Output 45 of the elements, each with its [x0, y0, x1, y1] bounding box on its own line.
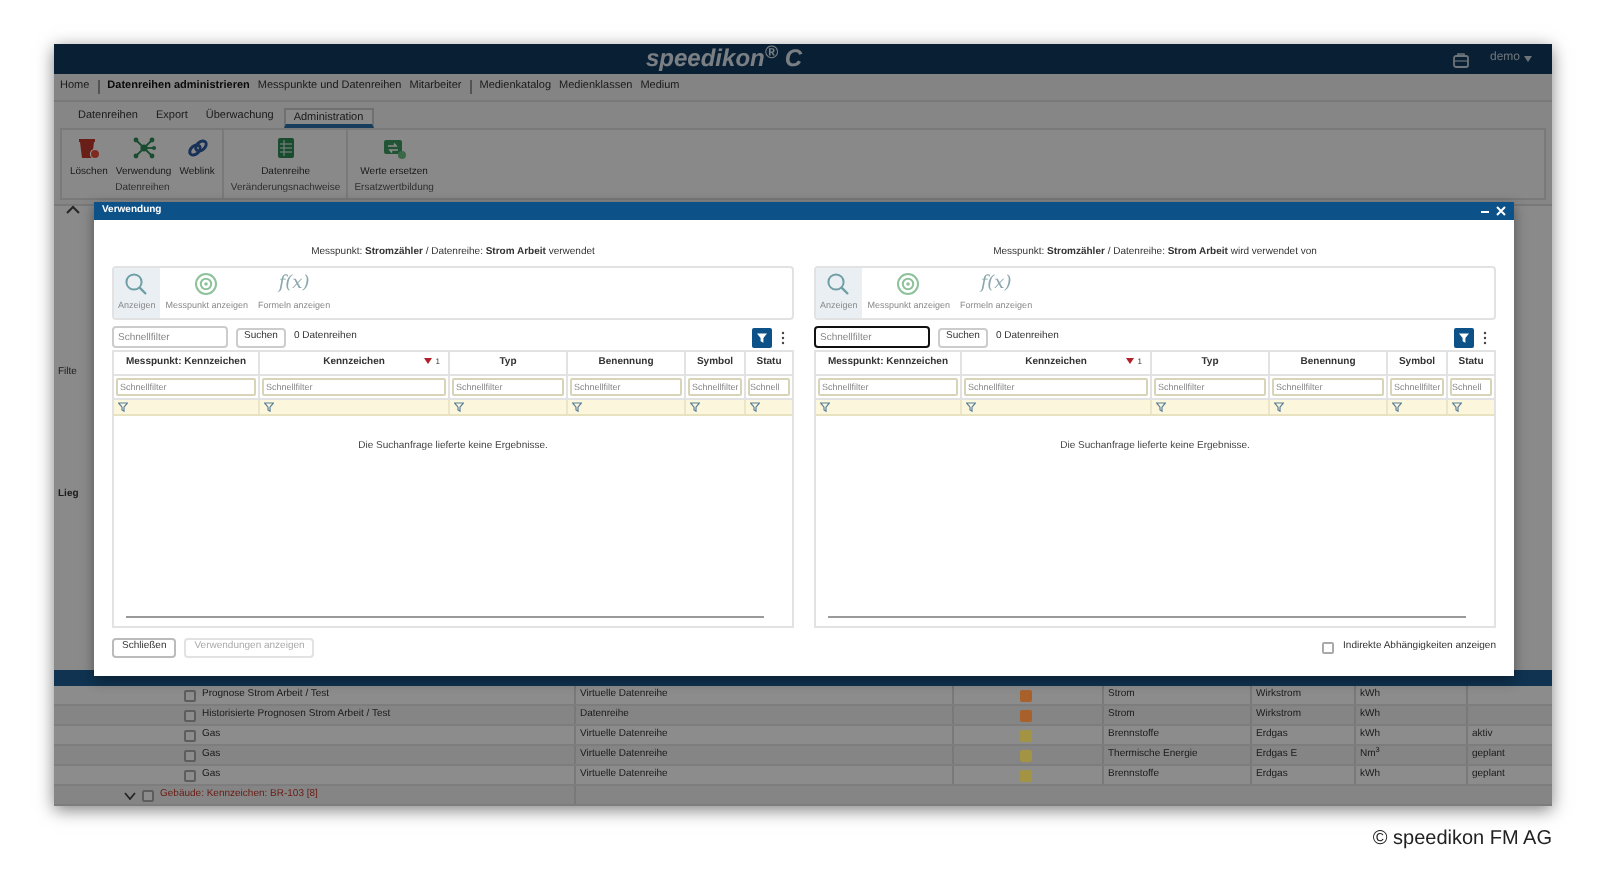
- checkbox[interactable]: [184, 769, 196, 781]
- copyright-text: © speedikon FM AG: [1372, 826, 1552, 854]
- link-icon: [185, 136, 210, 160]
- filter-icon: [690, 402, 700, 412]
- kebab-menu-icon: [780, 329, 786, 345]
- minimize-icon: [1480, 206, 1490, 216]
- chevron-up-icon: [66, 204, 80, 214]
- filter-icon: [1452, 402, 1462, 412]
- replace-values-icon: [382, 136, 407, 160]
- network-icon: [131, 136, 156, 160]
- formula-icon: f(x): [980, 272, 1012, 297]
- target-icon: [896, 272, 921, 297]
- scrollbar[interactable]: [828, 616, 1466, 618]
- filter-icon: [118, 402, 128, 412]
- filter-icon: [1458, 331, 1470, 343]
- checkbox[interactable]: [1321, 642, 1334, 654]
- close-icon: [1496, 206, 1506, 216]
- filter-icon: [750, 402, 760, 412]
- checkbox[interactable]: [184, 689, 196, 701]
- filter-button[interactable]: [752, 327, 772, 347]
- caret-icon: [1524, 56, 1532, 62]
- filter-icon: [1274, 402, 1284, 412]
- briefcase-icon: [1451, 51, 1470, 67]
- search-icon: [826, 272, 851, 297]
- spreadsheet-icon: [273, 136, 298, 160]
- scrollbar[interactable]: [126, 616, 764, 618]
- filter-icon: [1392, 402, 1402, 412]
- kebab-menu-icon: [1482, 329, 1488, 345]
- filter-icon: [966, 402, 976, 412]
- filter-icon: [1156, 402, 1166, 412]
- checkbox[interactable]: [184, 729, 196, 741]
- checkbox[interactable]: [142, 789, 154, 801]
- filter-icon: [820, 402, 830, 412]
- formula-icon: f(x): [278, 272, 310, 297]
- search-icon: [124, 272, 149, 297]
- filter-icon: [572, 402, 582, 412]
- filter-icon: [454, 402, 464, 412]
- filter-icon: [264, 402, 274, 412]
- checkbox[interactable]: [184, 709, 196, 721]
- checkbox[interactable]: [184, 749, 196, 761]
- filter-button[interactable]: [1454, 327, 1474, 347]
- trash-icon: [76, 136, 101, 160]
- filter-icon: [756, 331, 768, 343]
- app-title: speedikon$^{®}$ C: [646, 44, 802, 74]
- target-icon: [194, 272, 219, 297]
